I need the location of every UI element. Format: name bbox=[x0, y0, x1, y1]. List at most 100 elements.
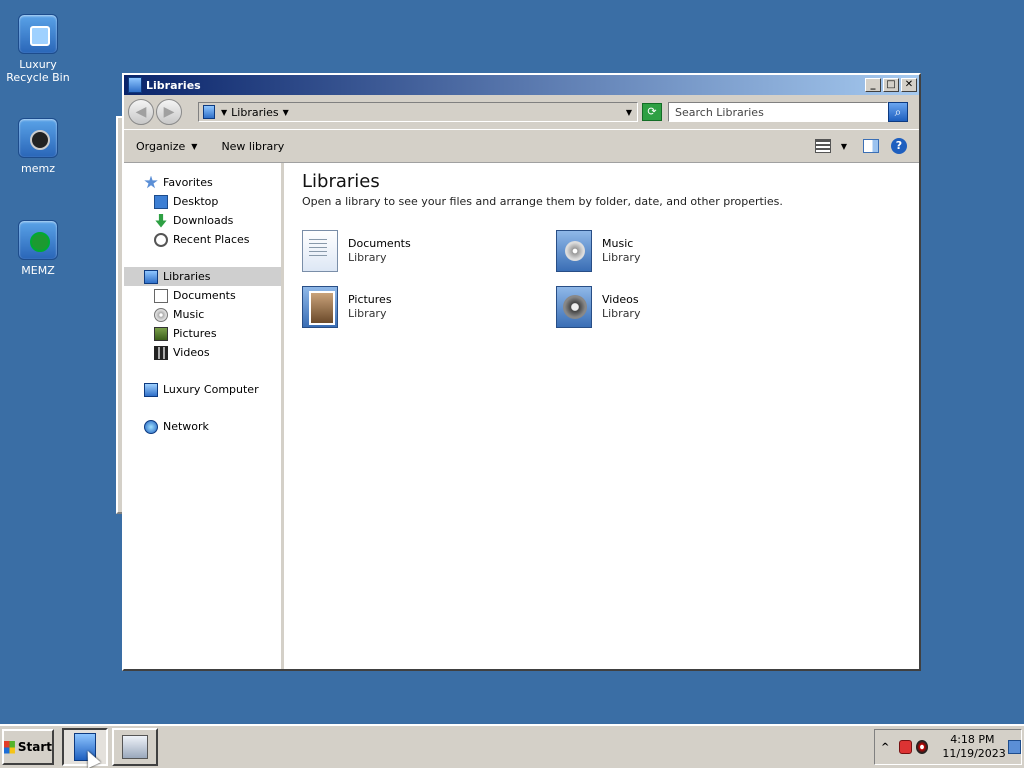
windows-logo-icon bbox=[4, 740, 15, 754]
desktop-icon-recycle-bin[interactable]: Luxury Recycle Bin bbox=[0, 14, 76, 84]
library-name: Documents bbox=[348, 237, 411, 250]
library-tile-documents[interactable]: Documents Library bbox=[302, 230, 556, 272]
computer-icon bbox=[144, 382, 158, 397]
star-icon bbox=[144, 175, 158, 189]
address-bar[interactable]: ▼ Libraries ▼ ▼ bbox=[198, 102, 638, 122]
search-placeholder: Search Libraries bbox=[675, 105, 764, 119]
music-disc-icon bbox=[154, 307, 168, 322]
network-globe-icon bbox=[144, 419, 158, 434]
nav-item-label: Luxury Computer bbox=[163, 383, 259, 396]
speaker-icon[interactable] bbox=[916, 740, 929, 754]
library-type: Library bbox=[602, 251, 641, 264]
back-arrow-icon: ◀ bbox=[135, 104, 147, 120]
title-bar[interactable]: Libraries _ □ ✕ bbox=[124, 75, 919, 95]
navigation-pane[interactable]: Favorites Desktop Downloads Recent Place… bbox=[124, 163, 284, 669]
nav-item-label: Documents bbox=[173, 289, 236, 302]
breadcrumb-libraries[interactable]: Libraries bbox=[231, 106, 279, 119]
window-app-icon bbox=[122, 735, 148, 759]
view-options-dropdown-icon[interactable]: ▼ bbox=[841, 142, 847, 151]
nav-item-music[interactable]: Music bbox=[124, 305, 281, 324]
clock-icon bbox=[154, 232, 168, 247]
taskbar-button-app[interactable] bbox=[112, 728, 158, 766]
nav-item-desktop[interactable]: Desktop bbox=[124, 192, 281, 211]
nav-item-label: Network bbox=[163, 420, 209, 433]
nav-item-luxury-computer[interactable]: Luxury Computer bbox=[124, 380, 281, 399]
library-type: Library bbox=[348, 307, 387, 320]
library-name: Pictures bbox=[348, 293, 392, 306]
videos-library-icon bbox=[556, 286, 592, 328]
library-tile-videos[interactable]: Videos Library bbox=[556, 286, 810, 328]
command-bar: Organize ▼ New library ▼ ? bbox=[124, 129, 919, 163]
clock[interactable]: 4:18 PM 11/19/2023 bbox=[942, 733, 1006, 761]
nav-item-network[interactable]: Network bbox=[124, 417, 281, 436]
organize-button[interactable]: Organize ▼ bbox=[136, 140, 197, 153]
nav-item-pictures[interactable]: Pictures bbox=[124, 324, 281, 343]
system-tray: ^ 4:18 PM 11/19/2023 bbox=[874, 729, 1022, 765]
library-name: Videos bbox=[602, 293, 639, 306]
library-type: Library bbox=[348, 251, 387, 264]
nav-item-favorites[interactable]: Favorites bbox=[124, 173, 281, 192]
close-button[interactable]: ✕ bbox=[901, 78, 917, 92]
clock-date: 11/19/2023 bbox=[942, 747, 1006, 760]
back-button[interactable]: ◀ bbox=[128, 99, 154, 125]
download-arrow-icon bbox=[155, 213, 167, 228]
tray-app-icon[interactable] bbox=[899, 740, 912, 754]
organize-label: Organize bbox=[136, 139, 186, 153]
nav-item-libraries[interactable]: Libraries bbox=[124, 267, 281, 286]
nav-group-computer: Luxury Computer bbox=[124, 380, 281, 399]
nav-item-label: Videos bbox=[173, 346, 210, 359]
library-tile-pictures[interactable]: Pictures Library bbox=[302, 286, 556, 328]
library-tile-music[interactable]: Music Library bbox=[556, 230, 810, 272]
window-title: Libraries bbox=[146, 78, 201, 92]
search-button[interactable]: ⌕ bbox=[888, 102, 908, 122]
breadcrumb-separator-icon[interactable]: ▼ bbox=[221, 108, 227, 117]
page-title: Libraries bbox=[302, 171, 380, 192]
taskbar: Start ^ 4:18 PM 11/19/2023 bbox=[0, 724, 1024, 768]
nav-item-label: Favorites bbox=[163, 176, 213, 189]
pictures-library-icon bbox=[302, 286, 338, 328]
film-strip-icon bbox=[154, 345, 168, 360]
nav-item-label: Desktop bbox=[173, 195, 219, 208]
show-desktop-icon[interactable] bbox=[1008, 740, 1021, 754]
help-icon[interactable]: ? bbox=[891, 138, 907, 154]
maximize-button[interactable]: □ bbox=[883, 78, 899, 92]
address-bar-row: ◀ ▶ ▼ Libraries ▼ ▼ ⟳ Search Libraries ⌕ bbox=[124, 95, 919, 129]
nav-item-label: Libraries bbox=[163, 270, 211, 283]
content-pane: Libraries Open a library to see your fil… bbox=[284, 163, 919, 669]
change-view-icon[interactable] bbox=[814, 139, 831, 153]
address-dropdown-icon[interactable]: ▼ bbox=[621, 108, 637, 117]
page-description: Open a library to see your files and arr… bbox=[302, 195, 783, 208]
refresh-button[interactable]: ⟳ bbox=[642, 103, 662, 121]
desktop-icon-label: memz bbox=[21, 162, 55, 175]
nav-group-network: Network bbox=[124, 417, 281, 436]
preview-pane-icon[interactable] bbox=[863, 139, 879, 153]
refresh-icon: ⟳ bbox=[647, 105, 657, 118]
desktop-icon-label: Luxury Recycle Bin bbox=[6, 58, 70, 84]
nav-item-documents[interactable]: Documents bbox=[124, 286, 281, 305]
nav-item-videos[interactable]: Videos bbox=[124, 343, 281, 362]
forward-button[interactable]: ▶ bbox=[156, 99, 182, 125]
memz-app-icon bbox=[18, 118, 58, 158]
nav-item-label: Downloads bbox=[173, 214, 234, 227]
picture-icon bbox=[154, 326, 168, 341]
clock-time: 4:18 PM bbox=[950, 733, 995, 746]
library-grid: Documents Library Music Library Pictures bbox=[302, 230, 901, 328]
desktop-icon-memz[interactable]: memz bbox=[0, 118, 76, 175]
new-library-button[interactable]: New library bbox=[221, 140, 284, 153]
libraries-icon bbox=[144, 269, 158, 284]
document-icon bbox=[154, 288, 168, 303]
library-type: Library bbox=[602, 307, 641, 320]
forward-arrow-icon: ▶ bbox=[163, 104, 175, 120]
nav-group-libraries: Libraries Documents Music Pictures Video… bbox=[124, 267, 281, 362]
library-name: Music bbox=[602, 237, 634, 250]
nav-item-recent-places[interactable]: Recent Places bbox=[124, 230, 281, 249]
desktop-icon-memz-caps[interactable]: MEMZ bbox=[0, 220, 76, 277]
breadcrumb-expand-icon[interactable]: ▼ bbox=[283, 108, 289, 117]
recycle-bin-icon bbox=[18, 14, 58, 54]
nav-item-downloads[interactable]: Downloads bbox=[124, 211, 281, 230]
start-button[interactable]: Start bbox=[2, 729, 54, 765]
nav-item-label: Pictures bbox=[173, 327, 217, 340]
search-input[interactable]: Search Libraries bbox=[668, 102, 888, 122]
minimize-button[interactable]: _ bbox=[865, 78, 881, 92]
show-hidden-icons-chevron-icon[interactable]: ^ bbox=[881, 742, 889, 753]
